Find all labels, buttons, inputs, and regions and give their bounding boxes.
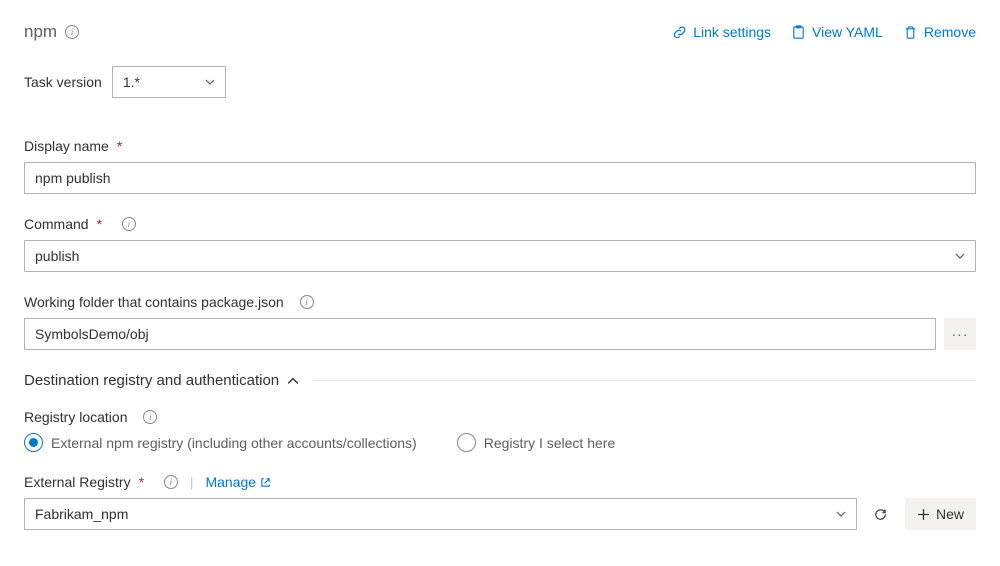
browse-button[interactable]: ··· bbox=[944, 318, 976, 350]
external-registry-field: External Registry * i | Manage Fabrikam_n… bbox=[24, 474, 976, 530]
registry-location-label-row: Registry location i bbox=[24, 409, 976, 425]
open-external-icon bbox=[260, 477, 271, 488]
info-icon[interactable]: i bbox=[122, 217, 136, 231]
command-label: Command bbox=[24, 216, 89, 232]
working-folder-field: Working folder that contains package.jso… bbox=[24, 294, 976, 350]
chevron-down-icon bbox=[205, 77, 215, 87]
plus-icon bbox=[917, 508, 930, 521]
new-button[interactable]: New bbox=[905, 498, 976, 530]
command-select[interactable]: publish bbox=[24, 240, 976, 272]
header-actions: Link settings View YAML Remove bbox=[672, 24, 976, 40]
working-folder-input[interactable] bbox=[24, 318, 936, 350]
link-settings-button[interactable]: Link settings bbox=[672, 24, 771, 40]
manage-label: Manage bbox=[205, 474, 256, 490]
task-title: npm i bbox=[24, 22, 79, 42]
radio-select-here[interactable]: Registry I select here bbox=[457, 433, 616, 452]
chevron-down-icon bbox=[836, 509, 846, 519]
section-destination-registry[interactable]: Destination registry and authentication bbox=[24, 372, 976, 389]
info-icon[interactable]: i bbox=[164, 475, 178, 489]
radio-external-npm[interactable]: External npm registry (including other a… bbox=[24, 433, 417, 452]
display-name-input[interactable] bbox=[24, 162, 976, 194]
command-value: publish bbox=[35, 248, 79, 264]
registry-location-field: Registry location i External npm registr… bbox=[24, 409, 976, 452]
view-yaml-button[interactable]: View YAML bbox=[791, 24, 883, 40]
trash-icon bbox=[903, 25, 918, 40]
task-version-select[interactable]: 1.* bbox=[112, 66, 226, 98]
task-version-field: Task version 1.* bbox=[24, 66, 976, 98]
required-marker: * bbox=[117, 138, 122, 154]
new-label: New bbox=[936, 506, 964, 522]
chevron-up-icon bbox=[287, 375, 299, 387]
manage-link[interactable]: Manage bbox=[205, 474, 271, 490]
section-title: Destination registry and authentication bbox=[24, 372, 279, 389]
radio-select-here-label: Registry I select here bbox=[484, 435, 616, 451]
radio-external-label: External npm registry (including other a… bbox=[51, 435, 417, 451]
view-yaml-label: View YAML bbox=[812, 24, 883, 40]
task-version-label: Task version bbox=[24, 74, 102, 90]
link-icon bbox=[672, 25, 687, 40]
external-registry-select[interactable]: Fabrikam_npm bbox=[24, 498, 857, 530]
task-version-value: 1.* bbox=[123, 74, 140, 90]
remove-button[interactable]: Remove bbox=[903, 24, 976, 40]
task-header: npm i Link settings View YAML Remove bbox=[24, 22, 976, 42]
external-registry-value: Fabrikam_npm bbox=[35, 506, 128, 522]
info-icon[interactable]: i bbox=[65, 25, 79, 39]
task-title-text: npm bbox=[24, 22, 57, 42]
required-marker: * bbox=[97, 216, 102, 232]
remove-label: Remove bbox=[924, 24, 976, 40]
command-field: Command * i publish bbox=[24, 216, 976, 272]
radio-button-icon bbox=[24, 433, 43, 452]
required-marker: * bbox=[139, 474, 144, 490]
working-folder-label: Working folder that contains package.jso… bbox=[24, 294, 284, 310]
radio-button-icon bbox=[457, 433, 476, 452]
display-name-label: Display name bbox=[24, 138, 109, 154]
working-folder-label-row: Working folder that contains package.jso… bbox=[24, 294, 976, 310]
command-label-row: Command * i bbox=[24, 216, 976, 232]
refresh-icon bbox=[873, 507, 888, 522]
chevron-down-icon bbox=[955, 251, 965, 261]
section-divider bbox=[313, 380, 976, 381]
registry-location-label: Registry location bbox=[24, 409, 128, 425]
refresh-button[interactable] bbox=[865, 498, 897, 530]
yaml-icon bbox=[791, 25, 806, 40]
vertical-divider: | bbox=[184, 474, 200, 490]
link-settings-label: Link settings bbox=[693, 24, 771, 40]
external-registry-label: External Registry bbox=[24, 474, 131, 490]
external-registry-label-row: External Registry * i | Manage bbox=[24, 474, 976, 490]
info-icon[interactable]: i bbox=[143, 410, 157, 424]
display-name-field: Display name * bbox=[24, 138, 976, 194]
info-icon[interactable]: i bbox=[300, 295, 314, 309]
registry-location-radiogroup: External npm registry (including other a… bbox=[24, 433, 976, 452]
display-name-label-row: Display name * bbox=[24, 138, 976, 154]
